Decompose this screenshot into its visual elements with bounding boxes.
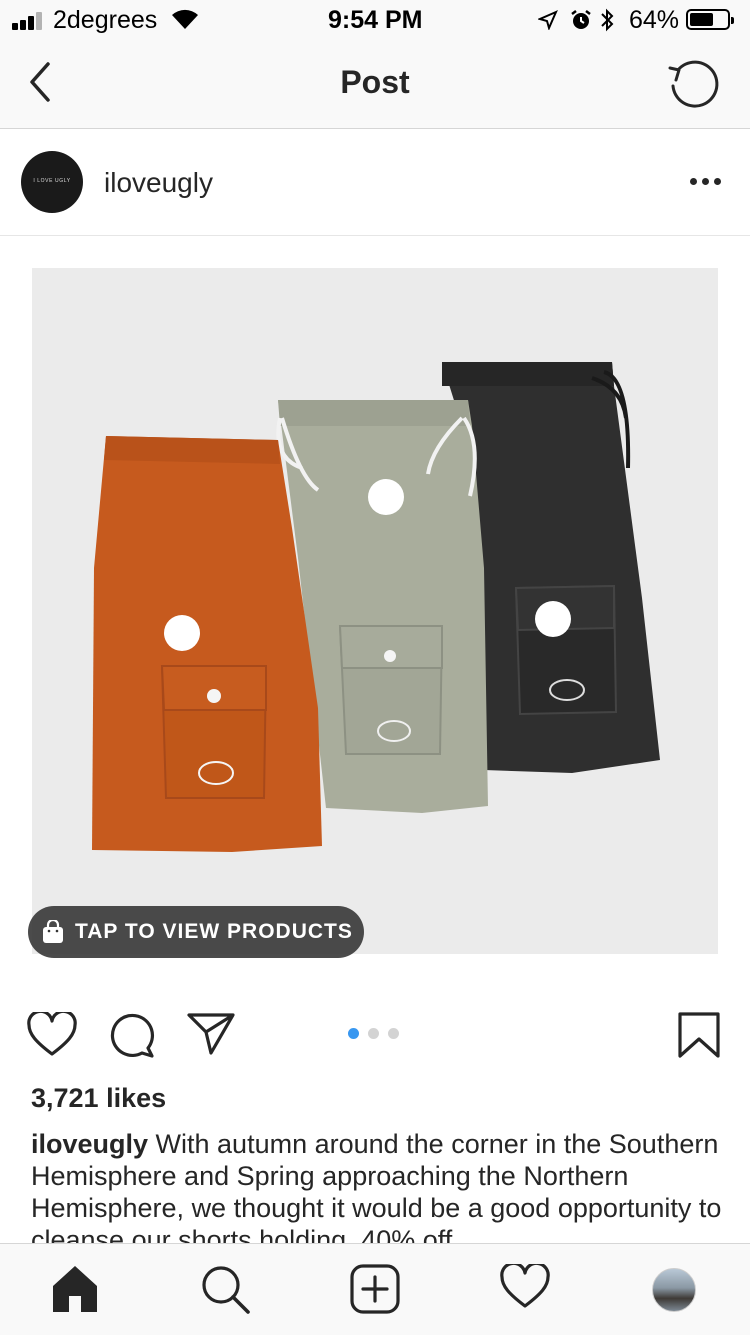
location-icon [538, 10, 558, 30]
share-paper-plane-icon[interactable] [186, 1012, 236, 1056]
caption-username[interactable]: iloveugly [31, 1129, 148, 1159]
new-post-icon[interactable] [350, 1264, 400, 1314]
likes-count[interactable]: 3,721 likes [31, 1083, 166, 1114]
battery-percent: 64% [629, 6, 680, 34]
post-photo[interactable] [32, 268, 718, 954]
product-tag-dot[interactable] [164, 615, 200, 651]
orange-shorts [92, 436, 322, 852]
search-icon[interactable] [200, 1264, 252, 1316]
alarm-icon [571, 10, 591, 29]
post-caption: iloveugly With autumn around the corner … [31, 1128, 731, 1256]
avatar-logo-text: I LOVE UGLY [33, 178, 71, 184]
save-bookmark-icon[interactable] [677, 1011, 721, 1059]
navigation-bar: Post [0, 40, 750, 129]
product-tag-dot[interactable] [535, 601, 571, 637]
status-bar: 2degrees 9:54 PM 64% [0, 0, 750, 40]
refresh-icon[interactable] [664, 56, 724, 112]
shorts-illustration [92, 362, 660, 852]
carousel-indicator [348, 1028, 404, 1040]
carousel-dot-active [348, 1028, 359, 1039]
wifi-icon [172, 9, 198, 29]
carousel-dot [388, 1028, 399, 1039]
post-header: I LOVE UGLY iloveugly [0, 129, 750, 236]
product-tag-dot[interactable] [368, 479, 404, 515]
battery-icon [686, 9, 734, 30]
user-avatar[interactable]: I LOVE UGLY [21, 151, 83, 213]
like-heart-icon[interactable] [26, 1012, 78, 1058]
bluetooth-icon [601, 8, 614, 32]
page-title: Post [340, 64, 410, 100]
carrier-name: 2degrees [53, 6, 158, 34]
bottom-tab-bar [0, 1243, 750, 1335]
tap-to-view-products-label: TAP TO VIEW PRODUCTS [75, 920, 353, 943]
signal-icon [12, 12, 46, 30]
shopping-bag-icon [43, 920, 63, 943]
home-icon[interactable] [51, 1264, 99, 1314]
comment-bubble-icon[interactable] [108, 1012, 156, 1058]
clock-time: 9:54 PM [328, 6, 423, 34]
profile-avatar[interactable] [652, 1268, 696, 1312]
post-username[interactable]: iloveugly [104, 167, 213, 199]
carousel-dot [368, 1028, 379, 1039]
more-options-icon[interactable] [690, 178, 722, 186]
tap-to-view-products-button[interactable]: TAP TO VIEW PRODUCTS [28, 906, 364, 958]
activity-heart-icon[interactable] [499, 1264, 551, 1310]
